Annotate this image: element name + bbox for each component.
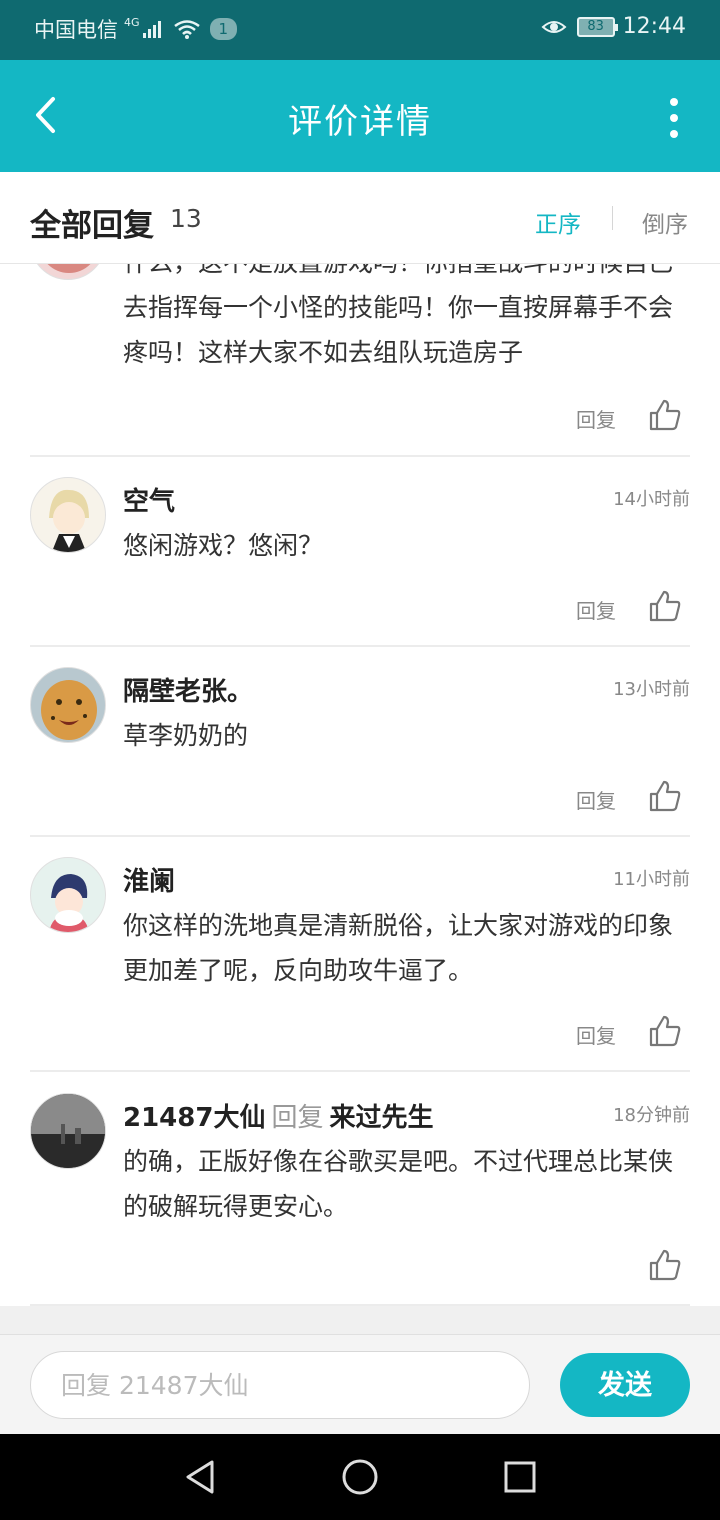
clock: 12:44 [622, 14, 686, 39]
battery-indicator: 83 [576, 16, 618, 37]
status-bar: 中国电信 4G 1 83 12:44 [0, 0, 720, 60]
divider [30, 835, 690, 837]
avatar[interactable] [30, 1093, 106, 1169]
divider [30, 645, 690, 647]
comment-text: 悠闲游戏？悠闲？ [123, 531, 324, 560]
reply-to-user[interactable]: 来过先生 [329, 1103, 433, 1133]
reply-button[interactable]: 回复 [576, 404, 616, 433]
eye-icon [541, 20, 567, 33]
app-bar: 评价详情 [0, 60, 720, 172]
carrier-label: 中国电信 [34, 18, 118, 42]
more-options-button[interactable] [664, 98, 684, 138]
notification-badge: 1 [209, 18, 238, 40]
comment-time: 18分钟前 [613, 1105, 690, 1126]
send-button[interactable]: 发送 [560, 1353, 690, 1417]
sort-divider [612, 206, 613, 230]
sort-descending-button[interactable]: 倒序 [642, 205, 688, 239]
network-type: 4G [124, 15, 140, 29]
comment-item: 21487大仙 回复 来过先生 18分钟前 的确，正版好像在谷歌买是吧。不过代理总比… [30, 1093, 690, 1303]
comment-time: 14小时前 [613, 489, 690, 510]
nav-recents-icon[interactable] [499, 1456, 541, 1498]
comment-author[interactable]: 隔壁老张。 [123, 671, 253, 708]
comment-author-line: 21487大仙 回复 来过先生 [123, 1097, 434, 1134]
signal-icon [142, 21, 161, 38]
system-nav-bar [0, 1434, 720, 1520]
comment-text: 什么，这不是放置游戏吗！你指望战斗的时候自己去指挥每一个小怪的技能吗！你一直按屏… [123, 264, 674, 367]
wifi-icon [173, 20, 200, 39]
comment-author[interactable]: 淮阑 [123, 861, 175, 898]
sort-ascending-button[interactable]: 正序 [535, 205, 581, 239]
reply-to-label: 回复 [271, 1103, 324, 1133]
avatar[interactable] [30, 857, 106, 933]
reply-count: 13 [170, 204, 202, 233]
all-replies-title: 全部回复 [30, 208, 154, 244]
thumbs-up-icon[interactable] [648, 1248, 682, 1282]
reply-input[interactable] [30, 1351, 530, 1419]
avatar[interactable] [30, 667, 106, 743]
thumbs-up-icon[interactable] [648, 779, 682, 813]
reply-input-bar: 发送 [0, 1334, 720, 1434]
avatar[interactable] [30, 477, 106, 553]
comment-author[interactable]: 空气 [123, 481, 175, 518]
page-title: 评价详情 [288, 102, 432, 142]
reply-button[interactable]: 回复 [576, 595, 616, 624]
comment-text: 你这样的洗地真是清新脱俗，让大家对游戏的印象更加差了呢，反向助攻牛逼了。 [123, 911, 674, 985]
comment-time: 13小时前 [613, 679, 690, 700]
comment-author[interactable]: 21487大仙 [123, 1103, 265, 1133]
reply-button[interactable]: 回复 [576, 785, 616, 814]
divider [30, 1070, 690, 1072]
status-right: 83 12:44 [541, 14, 686, 39]
comment-text: 的确，正版好像在谷歌买是吧。不过代理总比某侠的破解玩得更安心。 [123, 1147, 674, 1221]
comment-item: 空气 14小时前 悠闲游戏？悠闲？ 回复 [30, 477, 690, 647]
divider [30, 455, 690, 457]
comment-time: 11小时前 [613, 869, 690, 890]
comment-item: 什么，这不是放置游戏吗！你指望战斗的时候自己去指挥每一个小怪的技能吗！你一直按屏… [30, 264, 690, 454]
nav-back-icon[interactable] [180, 1456, 222, 1498]
comment-text: 草李奶奶的 [123, 721, 249, 750]
thumbs-up-icon[interactable] [648, 398, 682, 432]
comment-item: 淮阑 11小时前 你这样的洗地真是清新脱俗，让大家对游戏的印象更加差了呢，反向助… [30, 857, 690, 1067]
reply-header: 全部回复 13 正序 倒序 [0, 172, 720, 264]
thumbs-up-icon[interactable] [648, 589, 682, 623]
list-footer-spacer [0, 1306, 720, 1334]
avatar[interactable] [30, 264, 106, 280]
reply-button[interactable]: 回复 [576, 1020, 616, 1049]
status-left: 中国电信 4G 1 [34, 14, 238, 44]
comment-list[interactable]: 什么，这不是放置游戏吗！你指望战斗的时候自己去指挥每一个小怪的技能吗！你一直按屏… [0, 264, 720, 1306]
thumbs-up-icon[interactable] [648, 1014, 682, 1048]
comment-item: 隔壁老张。 13小时前 草李奶奶的 回复 [30, 667, 690, 837]
nav-home-icon[interactable] [339, 1456, 381, 1498]
more-vertical-icon [670, 98, 678, 106]
